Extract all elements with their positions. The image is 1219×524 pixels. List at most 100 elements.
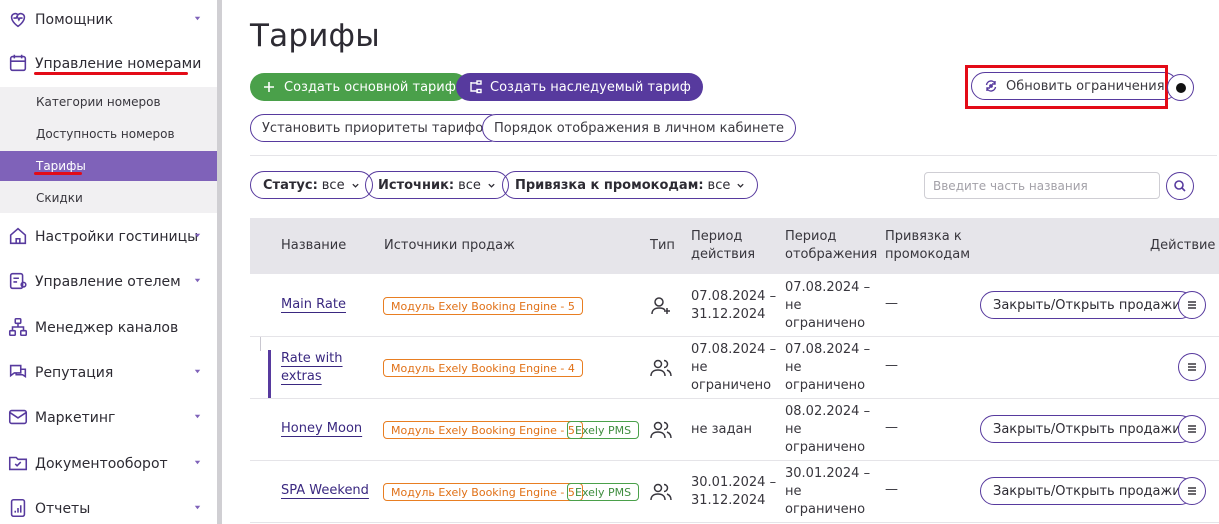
cell-line: ограничено — [785, 502, 866, 517]
main-content: Тарифы Создать основной тариф Создать на… — [222, 0, 1219, 524]
sidebar-item-marketing[interactable]: Маркетинг — [0, 398, 217, 438]
period-display: 30.01.2024 – не ограничено — [785, 465, 870, 519]
cell-line: 08.02.2024 – — [785, 404, 871, 419]
cell-line: не — [691, 360, 708, 375]
period-action: 30.01.2024 – 31.12.2024 — [691, 474, 776, 510]
more-options-button[interactable] — [1167, 74, 1194, 101]
toggle-sales-button[interactable]: Закрыть/Открыть продажи — [980, 291, 1194, 319]
filter-label: Статус: — [263, 177, 318, 193]
row-menu-button[interactable] — [1178, 477, 1206, 505]
header-line: отображения — [785, 247, 878, 262]
promo-value: — — [885, 420, 898, 435]
calendar-icon — [9, 54, 27, 72]
header-sources: Источники продаж — [384, 238, 515, 253]
sidebar-item-reports[interactable]: Отчеты — [0, 489, 217, 524]
sidebar-subitem-label: Тарифы — [36, 159, 86, 173]
sidebar-subitem-room-categories[interactable]: Категории номеров — [0, 87, 217, 117]
plus-icon — [264, 82, 274, 92]
sidebar-subitem-room-availability[interactable]: Доступность номеров — [0, 119, 217, 149]
menu-icon — [1188, 425, 1196, 433]
rate-name-line: Rate with — [281, 351, 343, 366]
button-label: Создать основной тариф — [284, 79, 456, 95]
folder-check-icon — [8, 456, 28, 471]
sidebar-item-label: Управление номерами — [35, 56, 202, 72]
display-order-button[interactable]: Порядок отображения в личном кабинете — [482, 114, 797, 142]
header-name: Название — [281, 238, 347, 253]
sidebar-item-rooms[interactable]: Управление номерами — [0, 44, 217, 84]
sidebar-item-label: Управление отелем — [35, 274, 181, 290]
search-input[interactable] — [924, 172, 1160, 199]
cell-line: не — [785, 360, 802, 375]
rate-name-link[interactable]: Main Rate — [281, 296, 346, 314]
sidebar-item-hotel-management[interactable]: Управление отелем — [0, 262, 217, 302]
chevron-down-icon — [194, 16, 201, 21]
users-icon — [650, 421, 672, 439]
menu-icon — [1188, 363, 1196, 371]
highlight-box — [965, 65, 1168, 109]
page-title: Тарифы — [250, 18, 380, 54]
cell-line: 07.08.2024 – — [785, 342, 871, 357]
create-inherited-rate-button[interactable]: Создать наследуемый тариф — [456, 73, 703, 101]
set-priorities-button[interactable]: Установить приоритеты тарифов — [250, 114, 503, 142]
highlight-underline — [34, 172, 82, 175]
report-icon — [10, 498, 26, 518]
cell-line: 30.01.2024 – — [785, 466, 871, 481]
rate-name-link[interactable]: SPA Weekend — [281, 482, 369, 500]
clipboard-user-icon — [9, 272, 27, 290]
sidebar-item-assistant[interactable]: Помощник — [0, 0, 217, 40]
table-row: Honey Moon Модуль Exely Booking Engine -… — [250, 399, 1219, 461]
sidebar-subitem-discounts[interactable]: Скидки — [0, 183, 217, 213]
period-action: не задан — [691, 421, 752, 439]
row-menu-button[interactable] — [1178, 353, 1206, 381]
toggle-sales-button[interactable]: Закрыть/Открыть продажи — [980, 477, 1194, 505]
rate-name-link[interactable]: Honey Moon — [281, 420, 362, 438]
button-label: Создать наследуемый тариф — [490, 79, 691, 95]
header-type: Тип — [650, 238, 675, 253]
period-display: 08.02.2024 – не ограничено — [785, 403, 870, 457]
inherit-icon — [470, 80, 482, 94]
chevron-down-icon — [351, 183, 359, 188]
status-filter[interactable]: Статус: все — [250, 171, 373, 199]
header-line: Период — [785, 229, 837, 244]
sidebar-item-label: Документооборот — [35, 456, 168, 472]
sidebar-item-reputation[interactable]: Репутация — [0, 353, 217, 393]
create-main-rate-button[interactable]: Создать основной тариф — [250, 73, 468, 101]
chevron-down-icon — [194, 460, 201, 465]
promo-value: — — [885, 296, 898, 311]
source-tag: Модуль Exely Booking Engine - 4 — [383, 359, 583, 377]
period-display: 07.08.2024 – не ограничено — [785, 279, 870, 333]
row-menu-button[interactable] — [1178, 415, 1206, 443]
sidebar-item-label: Репутация — [35, 365, 114, 381]
search-button[interactable] — [1166, 172, 1194, 200]
table-header: Название Источники продаж Тип Период дей… — [250, 218, 1219, 274]
sidebar-subitem-rates[interactable]: Тарифы — [0, 151, 217, 181]
chat-bubbles-icon — [9, 364, 27, 379]
filter-label: Источник: — [378, 177, 455, 193]
header-period-action: Период действия — [691, 228, 755, 264]
users-icon — [650, 483, 672, 501]
rate-name-link[interactable]: Rate with extras — [281, 350, 343, 386]
sitemap-icon — [8, 317, 28, 337]
heart-pulse-icon — [10, 12, 26, 28]
rate-name-line: extras — [281, 369, 322, 384]
table-row: Rate with extras Модуль Exely Booking En… — [250, 337, 1219, 399]
sidebar-item-hotel-settings[interactable]: Настройки гостиницы — [0, 217, 217, 257]
header-promo: Привязка к промокодам — [885, 228, 970, 264]
sidebar-item-channel-manager[interactable]: Менеджер каналов — [0, 308, 217, 348]
promo-filter[interactable]: Привязка к промокодам: все — [502, 171, 759, 199]
source-filter[interactable]: Источник: все — [365, 171, 509, 199]
promo-value: — — [885, 358, 898, 373]
chevron-down-icon — [194, 414, 201, 419]
period-display: 07.08.2024 – не ограничено — [785, 341, 870, 395]
divider — [250, 155, 1217, 156]
row-menu-button[interactable] — [1178, 291, 1206, 319]
header-period-display: Период отображения — [785, 228, 877, 264]
user-plus-icon — [651, 297, 670, 315]
sidebar-subitem-label: Скидки — [36, 191, 83, 205]
home-icon — [9, 227, 27, 245]
cell-line: 31.12.2024 — [691, 493, 766, 508]
toggle-sales-button[interactable]: Закрыть/Открыть продажи — [980, 415, 1194, 443]
sidebar-item-documents[interactable]: Документооборот — [0, 444, 217, 484]
header-line: Период — [691, 229, 743, 244]
header-action: Действие — [1150, 238, 1216, 253]
